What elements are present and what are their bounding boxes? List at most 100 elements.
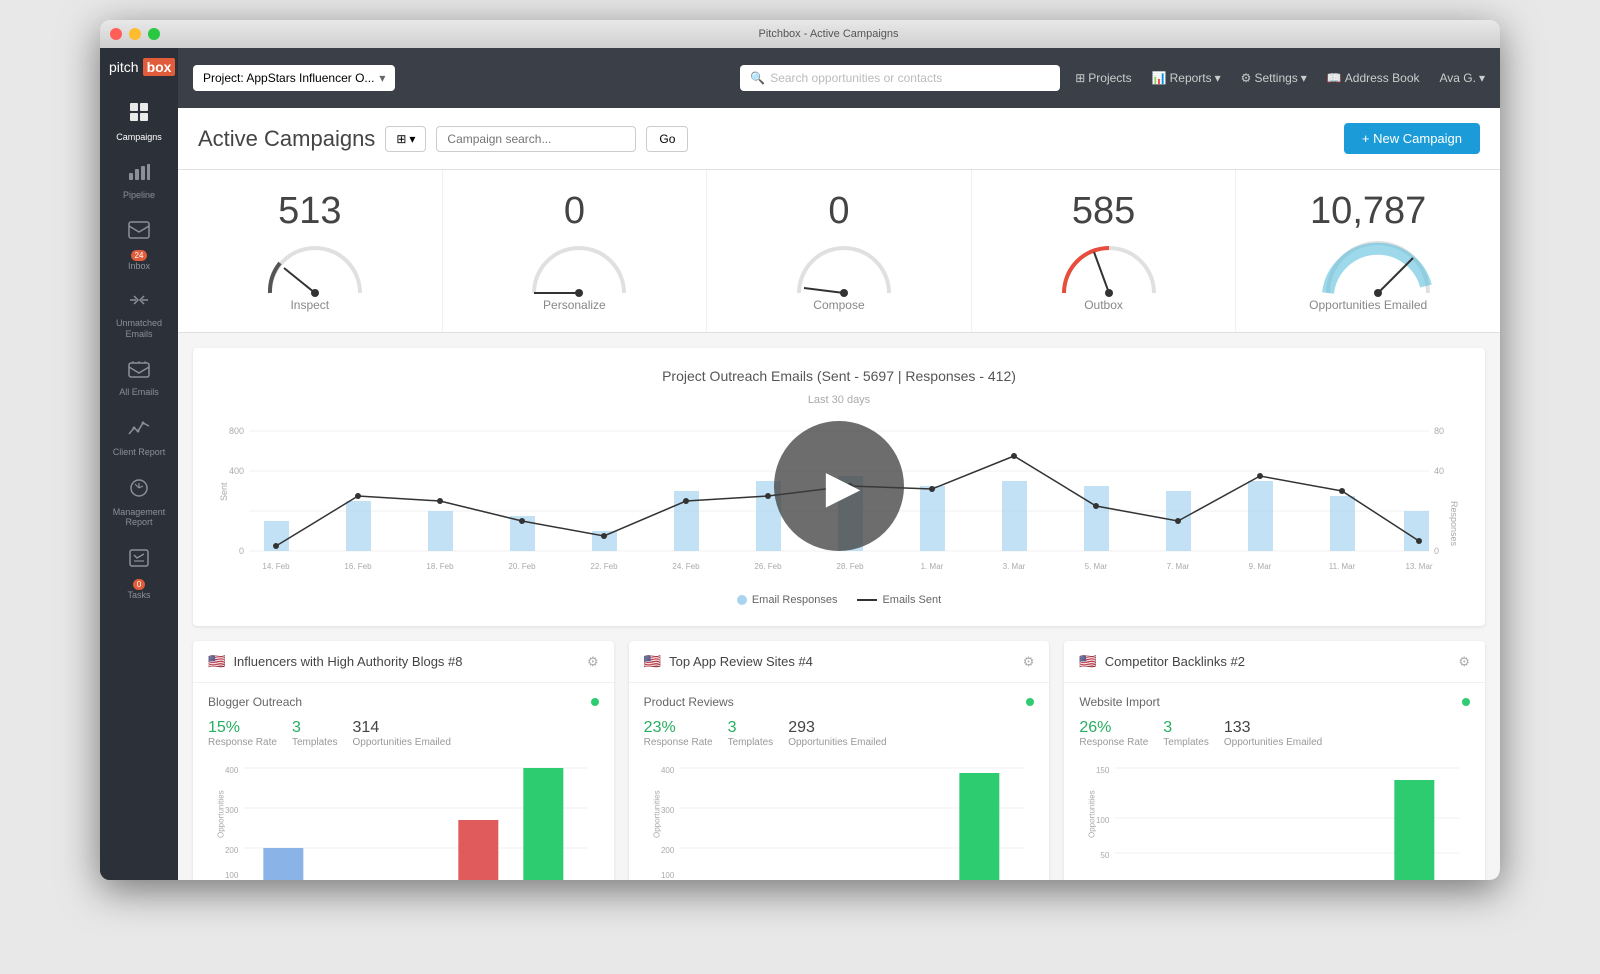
- sidebar-item-client-report[interactable]: Client Report: [100, 408, 178, 468]
- maximize-button[interactable]: [148, 28, 160, 40]
- card-header-1: 🇺🇸 Top App Review Sites #4 ⚙: [629, 641, 1050, 683]
- svg-text:28. Feb: 28. Feb: [836, 562, 864, 571]
- video-play-overlay[interactable]: ▶: [774, 421, 904, 551]
- chevron-down-icon: ▾: [379, 71, 385, 85]
- card-body-0: Blogger Outreach 15% Response Rate 3: [193, 683, 614, 880]
- status-dot-0: [591, 698, 599, 706]
- sidebar-item-pipeline[interactable]: Pipeline: [100, 153, 178, 211]
- client-report-icon: [128, 418, 150, 444]
- gear-icon-2[interactable]: ⚙: [1458, 654, 1470, 670]
- legend-emails-sent: Emails Sent: [857, 594, 941, 606]
- legend-responses-dot: [737, 595, 747, 605]
- page-header: Active Campaigns ⊞ ▾ Go + New Campaign: [178, 108, 1500, 170]
- svg-text:200: 200: [225, 846, 239, 855]
- svg-text:5. Mar: 5. Mar: [1085, 562, 1108, 571]
- stat-inspect-label: Inspect: [290, 298, 329, 312]
- svg-text:Opportunities: Opportunities: [652, 790, 661, 838]
- svg-text:300: 300: [661, 806, 675, 815]
- card-metrics-0: 15% Response Rate 3 Templates 314 Opport…: [208, 719, 599, 748]
- close-button[interactable]: [110, 28, 122, 40]
- gauge-compose: [789, 238, 889, 293]
- gear-icon-0[interactable]: ⚙: [587, 654, 599, 670]
- new-campaign-button[interactable]: + New Campaign: [1344, 123, 1480, 154]
- filter-button[interactable]: ⊞ ▾: [385, 126, 426, 152]
- sidebar-label-management: Management Report: [105, 507, 173, 529]
- svg-text:24. Feb: 24. Feb: [672, 562, 700, 571]
- nav-reports[interactable]: 📊 Reports ▾: [1152, 71, 1221, 85]
- metric-templates-0: 3 Templates: [292, 719, 338, 748]
- stat-compose-number: 0: [828, 190, 849, 233]
- sidebar-item-inbox[interactable]: 24 Inbox: [100, 211, 178, 282]
- minimize-button[interactable]: [129, 28, 141, 40]
- metric-opportunities-2: 133 Opportunities Emailed: [1224, 719, 1322, 748]
- svg-text:Sent: Sent: [219, 482, 229, 501]
- sidebar-item-unmatched[interactable]: Unmatched Emails: [100, 281, 178, 350]
- nav-user[interactable]: Ava G. ▾: [1440, 71, 1486, 85]
- svg-text:Opportunities: Opportunities: [1088, 790, 1097, 838]
- nav-links: ⊞ Projects 📊 Reports ▾ ⚙ Settings ▾ �: [1075, 71, 1485, 85]
- go-button[interactable]: Go: [646, 126, 688, 152]
- play-icon: ▶: [826, 460, 861, 513]
- stat-outbox-label: Outbox: [1084, 298, 1123, 312]
- svg-text:100: 100: [225, 871, 239, 880]
- page-title: Active Campaigns: [198, 126, 375, 152]
- filter-icon: ⊞: [396, 132, 406, 146]
- nav-address-book[interactable]: 📖 Address Book: [1327, 71, 1420, 85]
- card-type-1: Product Reviews: [644, 695, 1035, 709]
- svg-text:100: 100: [1096, 816, 1110, 825]
- sidebar-label-client-report: Client Report: [113, 447, 166, 458]
- inbox-icon: [128, 221, 150, 245]
- stat-opportunities-label: Opportunities Emailed: [1309, 298, 1427, 312]
- stat-outbox: 585 Outbox: [972, 170, 1237, 332]
- card-flag-1: 🇺🇸: [644, 653, 661, 670]
- chart-legend: Email Responses Emails Sent: [213, 594, 1465, 606]
- stat-opportunities: 10,787 Opportunities Emailed: [1236, 170, 1500, 332]
- settings-icon: ⚙: [1241, 71, 1252, 85]
- sidebar-label-tasks: Tasks: [127, 590, 150, 601]
- search-box[interactable]: 🔍 Search opportunities or contacts: [740, 65, 1060, 91]
- metric-response-rate-2: 26% Response Rate: [1079, 719, 1148, 748]
- svg-text:11. Mar: 11. Mar: [1329, 562, 1356, 571]
- svg-text:Responses: Responses: [1449, 501, 1459, 547]
- reports-icon: 📊: [1152, 71, 1167, 85]
- card-type-0: Blogger Outreach: [208, 695, 599, 709]
- svg-text:18. Feb: 18. Feb: [426, 562, 454, 571]
- project-selector[interactable]: Project: AppStars Influencer O... ▾: [193, 65, 395, 91]
- chart-area: Project Outreach Emails (Sent - 5697 | R…: [193, 348, 1485, 626]
- svg-text:0: 0: [239, 546, 244, 556]
- svg-text:22. Feb: 22. Feb: [590, 562, 618, 571]
- sidebar-item-campaigns[interactable]: Campaigns: [100, 91, 178, 153]
- management-report-icon: [128, 478, 150, 504]
- campaigns-icon: [128, 101, 150, 129]
- svg-text:40: 40: [1434, 466, 1444, 476]
- card-body-2: Website Import 26% Response Rate 3: [1064, 683, 1485, 880]
- card-flag-2: 🇺🇸: [1079, 653, 1096, 670]
- gear-icon-1[interactable]: ⚙: [1023, 654, 1035, 670]
- stat-personalize-label: Personalize: [543, 298, 606, 312]
- nav-projects[interactable]: ⊞ Projects: [1075, 71, 1131, 85]
- project-selector-text: Project: AppStars Influencer O...: [203, 71, 374, 85]
- legend-responses-label: Email Responses: [752, 594, 838, 606]
- nav-settings[interactable]: ⚙ Settings ▾: [1241, 71, 1307, 85]
- card-header-0: 🇺🇸 Influencers with High Authority Blogs…: [193, 641, 614, 683]
- svg-text:0: 0: [1434, 546, 1439, 556]
- svg-text:200: 200: [661, 846, 675, 855]
- svg-text:800: 800: [229, 426, 244, 436]
- sidebar-item-management-report[interactable]: Management Report: [100, 468, 178, 539]
- sidebar-label-pipeline: Pipeline: [123, 190, 155, 201]
- top-navigation: Project: AppStars Influencer O... ▾ 🔍 Se…: [178, 48, 1500, 108]
- sidebar-item-all-emails[interactable]: All Emails: [100, 350, 178, 408]
- svg-text:300: 300: [225, 806, 239, 815]
- stat-outbox-number: 585: [1072, 190, 1135, 233]
- stat-inspect: 513 Inspect: [178, 170, 443, 332]
- svg-text:16. Feb: 16. Feb: [344, 562, 372, 571]
- card-metrics-1: 23% Response Rate 3 Templates 293 Opport…: [644, 719, 1035, 748]
- stat-opportunities-number: 10,787: [1310, 190, 1426, 233]
- campaign-card-0: 🇺🇸 Influencers with High Authority Blogs…: [193, 641, 614, 880]
- svg-text:7. Mar: 7. Mar: [1167, 562, 1190, 571]
- gauge-opportunities: [1318, 238, 1418, 293]
- sidebar-item-tasks[interactable]: 0 Tasks: [100, 538, 178, 611]
- campaign-search-input[interactable]: [436, 126, 636, 152]
- svg-text:Opportunities: Opportunities: [216, 790, 225, 838]
- legend-email-responses: Email Responses: [737, 594, 838, 606]
